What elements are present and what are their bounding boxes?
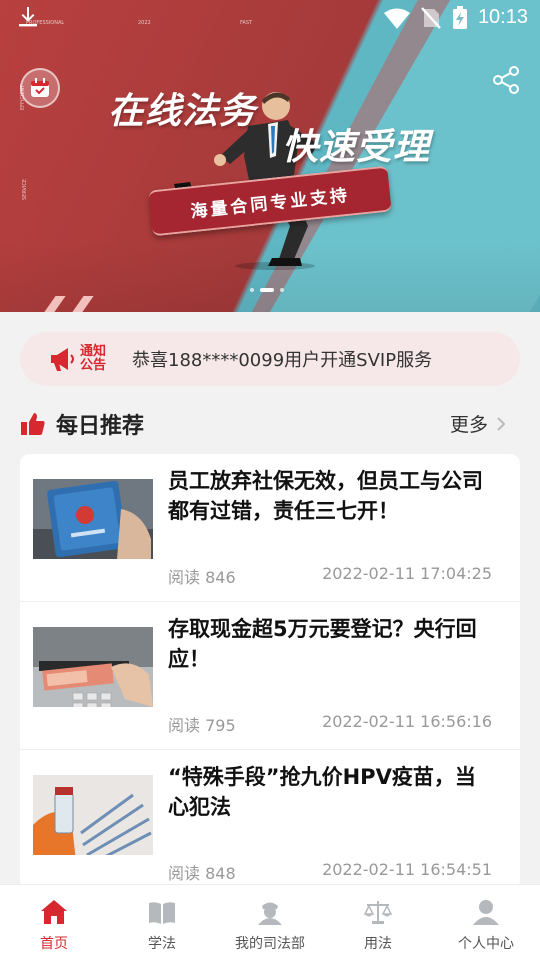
tab-learn-law[interactable]: 学法 — [108, 885, 216, 960]
tab-label: 用法 — [364, 936, 392, 952]
notice-tag: 通知 公告 — [80, 345, 120, 373]
tab-label: 我的司法部 — [235, 936, 305, 952]
officer-icon — [258, 902, 282, 925]
banner-headline-1: 在线法务 — [108, 91, 257, 132]
carousel-dot-active[interactable] — [260, 288, 274, 292]
hero-banner[interactable]: PROFESSIONAL 2022 FAST EFFICIENT SERVICE… — [0, 0, 540, 312]
carousel-dot[interactable] — [280, 288, 284, 292]
article-thumbnail-social-security-card — [33, 479, 153, 559]
section-title: 每日推荐 — [56, 414, 145, 439]
tab-use-law[interactable]: 用法 — [324, 885, 432, 960]
banner-ribbon-text: 海量合同专业支持 — [189, 185, 351, 222]
tab-label: 个人中心 — [458, 936, 514, 952]
no-sim-icon — [421, 7, 441, 29]
chevron-right-icon — [497, 416, 506, 431]
banner-tiny-text: SERVICE — [22, 178, 28, 200]
article-read-count: 阅读 848 — [168, 864, 236, 883]
tab-my-justice-dept[interactable]: 我的司法部 — [216, 885, 324, 960]
wifi-signal-icon — [384, 8, 410, 29]
article-read-count: 阅读 795 — [168, 716, 236, 735]
article-date: 2022-02-11 16:56:16 — [322, 712, 492, 731]
article-item[interactable]: “特殊手段”抢九价HPV疫苗，当心犯法 阅读 848 2022-02-11 16… — [20, 750, 520, 890]
tab-label: 学法 — [148, 936, 176, 952]
article-date: 2022-02-11 16:54:51 — [322, 860, 492, 879]
home-icon — [41, 900, 67, 924]
banner-headline-2: 快速受理 — [282, 127, 431, 168]
article-title: 员工放弃社保无效，但员工与公司都有过错，责任三七开！ — [168, 469, 483, 523]
tab-label: 首页 — [40, 936, 68, 952]
article-item[interactable]: 存取现金超5万元要登记？央行回应！ 阅读 795 2022-02-11 16:5… — [20, 602, 520, 750]
tab-home[interactable]: 首页 — [0, 885, 108, 960]
more-link[interactable]: 更多 — [450, 410, 506, 437]
thumbs-up-icon — [21, 413, 45, 435]
more-label: 更多 — [449, 414, 488, 436]
article-title: “特殊手段”抢九价HPV疫苗，当心犯法 — [168, 765, 476, 819]
calendar-checkin-icon[interactable] — [20, 68, 60, 108]
tab-profile[interactable]: 个人中心 — [432, 885, 540, 960]
article-read-count: 阅读 846 — [168, 568, 236, 587]
megaphone-icon — [51, 348, 74, 371]
notice-tag-line1: 通知 — [80, 344, 107, 359]
book-icon — [149, 902, 175, 924]
notice-text: 恭喜188****0099用户开通SVIP服务 — [132, 350, 433, 371]
bottom-tab-bar: 首页 学法 我的司法部 用法 个人中心 — [0, 884, 540, 960]
article-title: 存取现金超5万元要登记？央行回应！ — [168, 617, 477, 671]
battery-icon — [453, 6, 467, 29]
notice-bar[interactable]: 通知 公告 恭喜188****0099用户开通SVIP服务 — [20, 332, 520, 386]
notice-tag-line2: 公告 — [80, 358, 107, 373]
article-item[interactable]: 员工放弃社保无效，但员工与公司都有过错，责任三七开！ 阅读 846 2022-0… — [20, 454, 520, 602]
scales-icon — [363, 901, 393, 924]
carousel-indicator — [250, 288, 284, 292]
person-icon — [473, 900, 499, 925]
article-thumbnail-hpv-vaccine — [33, 775, 153, 855]
status-bar: 10:13 — [0, 0, 540, 38]
share-icon[interactable] — [490, 64, 522, 96]
article-list: 员工放弃社保无效，但员工与公司都有过错，责任三七开！ 阅读 846 2022-0… — [20, 454, 520, 890]
download-icon — [19, 7, 37, 27]
article-date: 2022-02-11 17:04:25 — [322, 564, 492, 583]
daily-recommend-header: 每日推荐 更多 — [20, 402, 520, 446]
status-time: 10:13 — [477, 6, 528, 28]
carousel-dot[interactable] — [250, 288, 254, 292]
article-thumbnail-atm-cash — [33, 627, 153, 707]
